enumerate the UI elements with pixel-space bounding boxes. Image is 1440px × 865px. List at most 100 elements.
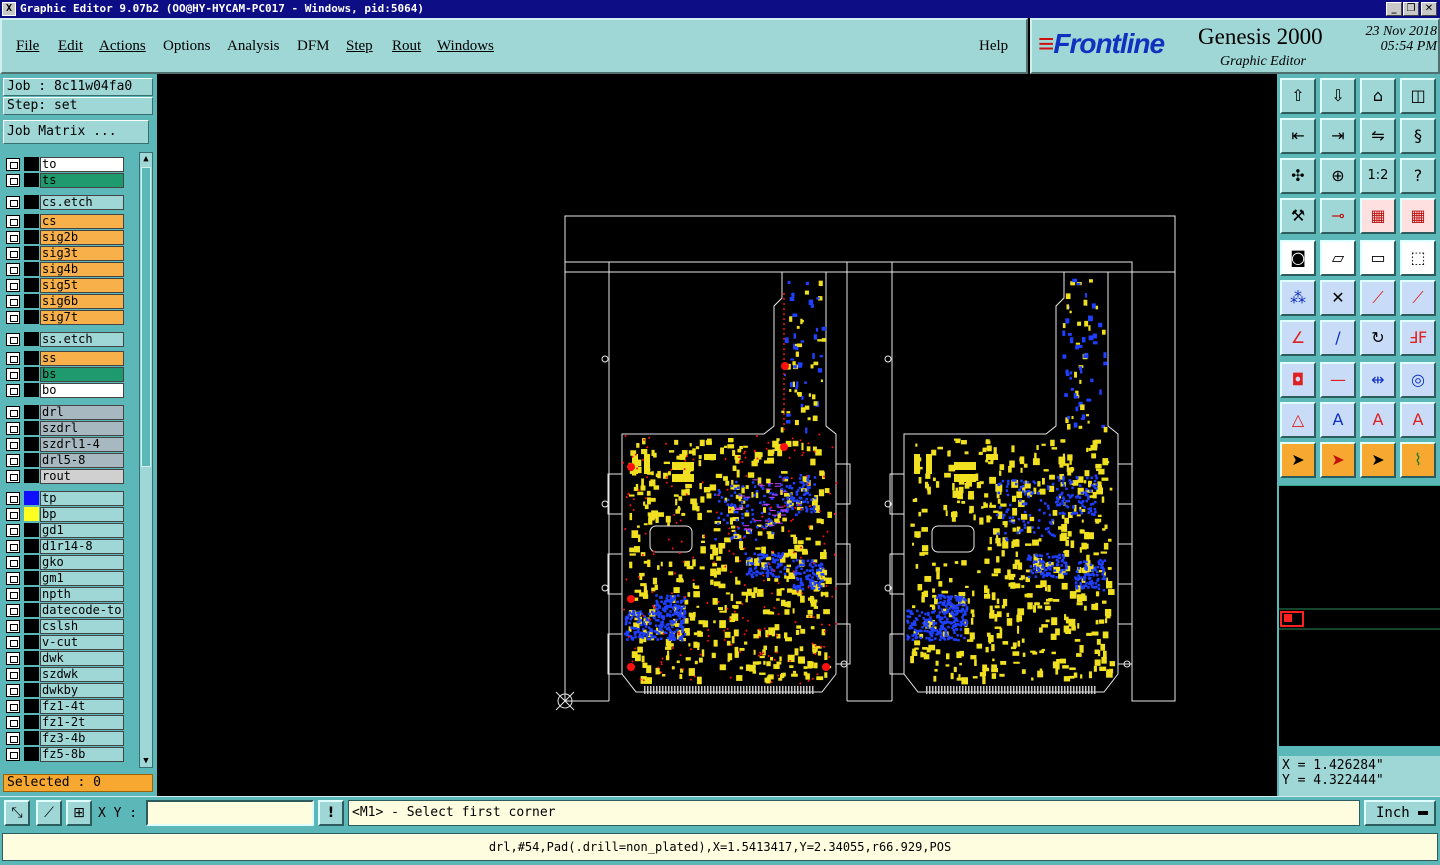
- menu-options[interactable]: Options: [163, 38, 211, 55]
- layer-name[interactable]: szdrl: [40, 421, 124, 436]
- layer-name[interactable]: dwk: [40, 651, 124, 666]
- layer-row[interactable]: rout: [4, 468, 138, 484]
- layer-name[interactable]: szdwk: [40, 667, 124, 682]
- layer-row[interactable]: to: [4, 156, 138, 172]
- home-button[interactable]: ⌂: [1360, 78, 1396, 114]
- layer-row[interactable]: sig7t: [4, 309, 138, 325]
- pointer-select-button[interactable]: ➤: [1360, 442, 1396, 478]
- layer-row[interactable]: fz1-4t: [4, 698, 138, 714]
- layer-checkbox[interactable]: [6, 174, 20, 187]
- layer-name[interactable]: to: [40, 157, 124, 172]
- layer-color-swatch[interactable]: [24, 683, 39, 697]
- layer-row[interactable]: szdrl: [4, 420, 138, 436]
- layer-row[interactable]: szdwk: [4, 666, 138, 682]
- scroll-down-icon[interactable]: ▼: [140, 755, 152, 767]
- cross-button[interactable]: ✕: [1320, 280, 1356, 316]
- layer-row[interactable]: sig4b: [4, 261, 138, 277]
- layer-checkbox[interactable]: [6, 352, 20, 365]
- layer-row[interactable]: fz3-4b: [4, 730, 138, 746]
- horizontal-line-button[interactable]: —: [1320, 362, 1356, 398]
- layer-color-swatch[interactable]: [24, 262, 39, 276]
- layer-scrollbar[interactable]: ▲ ▼: [139, 152, 153, 768]
- layer-color-swatch[interactable]: [24, 731, 39, 745]
- crosshair-grid-icon[interactable]: ⊞: [66, 800, 92, 826]
- layer-name[interactable]: cslsh: [40, 619, 124, 634]
- layer-row[interactable]: bo: [4, 382, 138, 398]
- graphic-canvas[interactable]: [157, 74, 1277, 796]
- layer-color-swatch[interactable]: [24, 405, 39, 419]
- layer-checkbox[interactable]: [6, 604, 20, 617]
- layer-color-swatch[interactable]: [24, 332, 39, 346]
- layer-checkbox[interactable]: [6, 247, 20, 260]
- layer-row[interactable]: bp: [4, 506, 138, 522]
- layer-color-swatch[interactable]: [24, 214, 39, 228]
- layer-color-swatch[interactable]: [24, 571, 39, 585]
- layers-red2-button[interactable]: ▦: [1400, 198, 1436, 234]
- layer-color-swatch[interactable]: [24, 453, 39, 467]
- layer-checkbox[interactable]: [6, 438, 20, 451]
- menu-help[interactable]: Help: [979, 38, 1008, 55]
- diagonal-button[interactable]: /: [1320, 320, 1356, 356]
- flip-button[interactable]: ⇋: [1360, 118, 1396, 154]
- layer-name[interactable]: bo: [40, 383, 124, 398]
- layer-color-swatch[interactable]: [24, 555, 39, 569]
- layer-name[interactable]: ss: [40, 351, 124, 366]
- layer-checkbox[interactable]: [6, 716, 20, 729]
- angle-button[interactable]: ∠: [1280, 320, 1316, 356]
- layer-checkbox[interactable]: [6, 572, 20, 585]
- triangle-al-button[interactable]: A: [1400, 402, 1436, 438]
- menu-edit[interactable]: Edit: [58, 38, 83, 55]
- triangle-ar-button[interactable]: A: [1360, 402, 1396, 438]
- wrench-button[interactable]: ⚒: [1280, 198, 1316, 234]
- layer-name[interactable]: sig5t: [40, 278, 124, 293]
- layer-row[interactable]: dwk: [4, 650, 138, 666]
- layer-row[interactable]: gm1: [4, 570, 138, 586]
- pad-move-button[interactable]: ◘: [1280, 362, 1316, 398]
- layer-row[interactable]: npth: [4, 586, 138, 602]
- layer-color-swatch[interactable]: [24, 603, 39, 617]
- view-bottom-button[interactable]: ⇩: [1320, 78, 1356, 114]
- layer-name[interactable]: fz3-4b: [40, 731, 124, 746]
- snap-icon[interactable]: ⤡: [4, 800, 30, 826]
- layer-name[interactable]: drl: [40, 405, 124, 420]
- layer-checkbox[interactable]: [6, 368, 20, 381]
- layer-checkbox[interactable]: [6, 406, 20, 419]
- scroll-thumb[interactable]: [141, 167, 151, 467]
- layer-color-swatch[interactable]: [24, 507, 39, 521]
- layer-color-swatch[interactable]: [24, 367, 39, 381]
- layer-name[interactable]: v-cut: [40, 635, 124, 650]
- layer-checkbox[interactable]: [6, 524, 20, 537]
- pointer-button[interactable]: ➤: [1280, 442, 1316, 478]
- layer-checkbox[interactable]: [6, 700, 20, 713]
- pcb-drawing[interactable]: [157, 74, 1277, 796]
- layer-checkbox[interactable]: [6, 158, 20, 171]
- layer-name[interactable]: sig4b: [40, 262, 124, 277]
- layer-name[interactable]: datecode-to: [40, 603, 124, 618]
- ruler-button[interactable]: ▭: [1360, 240, 1396, 276]
- unit-select[interactable]: Inch: [1364, 800, 1436, 826]
- layer-checkbox[interactable]: [6, 333, 20, 346]
- layer-row[interactable]: gko: [4, 554, 138, 570]
- layer-checkbox[interactable]: [6, 470, 20, 483]
- layer-color-swatch[interactable]: [24, 351, 39, 365]
- dimension-button[interactable]: ⇹: [1360, 362, 1396, 398]
- menu-dfm[interactable]: DFM: [297, 38, 330, 55]
- layer-name[interactable]: gko: [40, 555, 124, 570]
- layer-name[interactable]: tp: [40, 491, 124, 506]
- layer-name[interactable]: cs.etch: [40, 195, 124, 210]
- layer-color-swatch[interactable]: [24, 491, 39, 505]
- layer-name[interactable]: rout: [40, 469, 124, 484]
- measure-pin-button[interactable]: ⊸: [1320, 198, 1356, 234]
- menu-windows[interactable]: Windows: [437, 38, 494, 55]
- layer-row[interactable]: datecode-to: [4, 602, 138, 618]
- layer-checkbox[interactable]: [6, 384, 20, 397]
- layer-color-swatch[interactable]: [24, 278, 39, 292]
- layer-color-swatch[interactable]: [24, 310, 39, 324]
- layer-color-swatch[interactable]: [24, 383, 39, 397]
- layer-checkbox[interactable]: [6, 540, 20, 553]
- layer-row[interactable]: szdrl1-4: [4, 436, 138, 452]
- layer-checkbox[interactable]: [6, 636, 20, 649]
- view-top-button[interactable]: ⇧: [1280, 78, 1316, 114]
- layer-row[interactable]: sig2b: [4, 229, 138, 245]
- layer-name[interactable]: d1r14-8: [40, 539, 124, 554]
